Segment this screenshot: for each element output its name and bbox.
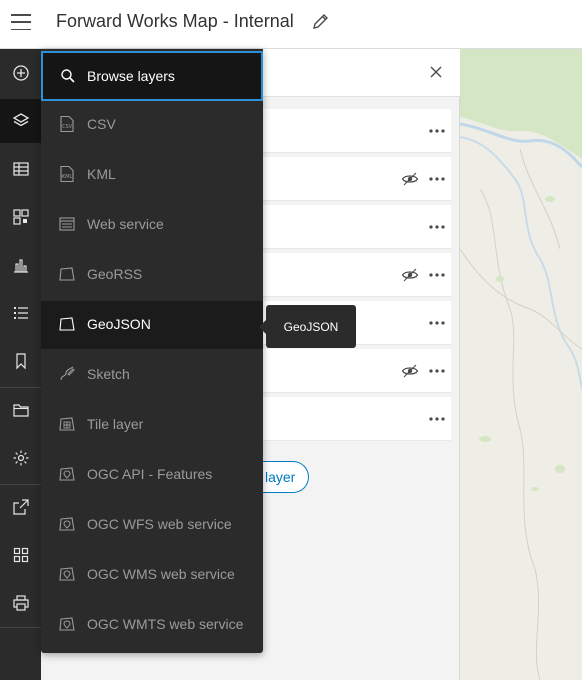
layer-item[interactable] (255, 253, 451, 297)
layer-item[interactable] (255, 397, 451, 441)
menu-item-geojson[interactable]: GeoJSON (41, 301, 263, 349)
layers-icon[interactable] (0, 99, 41, 143)
print-icon[interactable] (0, 581, 41, 625)
app-header: Forward Works Map - Internal (0, 0, 582, 49)
browse-layers-label: Browse layers (87, 68, 175, 84)
ogc-api-icon (59, 467, 75, 481)
search-icon (61, 69, 75, 83)
more-options-icon[interactable] (427, 411, 447, 427)
more-options-icon[interactable] (427, 267, 447, 283)
menu-hamburger-icon[interactable] (11, 12, 31, 32)
edit-pencil-icon[interactable] (311, 11, 331, 31)
visibility-eye-icon[interactable] (401, 362, 419, 380)
qr-grid-icon[interactable] (0, 195, 41, 239)
map-view[interactable] (460, 49, 582, 680)
more-options-icon[interactable] (427, 315, 447, 331)
layer-item[interactable] (255, 205, 451, 249)
folder-icon[interactable] (0, 388, 41, 432)
bookmark-icon[interactable] (0, 339, 41, 383)
close-icon[interactable] (429, 65, 443, 79)
ogc-wfs-icon (59, 517, 75, 531)
csv-file-icon: CSV (60, 115, 74, 133)
geojson-tooltip: GeoJSON (259, 305, 356, 348)
menu-item-ogc-wms[interactable]: OGC WMS web service (41, 551, 263, 599)
browse-layers-item[interactable]: Browse layers (41, 51, 263, 101)
share-icon[interactable] (0, 485, 41, 529)
map-canvas (460, 49, 582, 680)
ogc-wmts-icon (59, 617, 75, 631)
add-layer-dropdown: Browse layers CSV CSV KML KML Web servic… (41, 49, 263, 653)
sketch-icon (60, 366, 75, 381)
bar-chart-icon[interactable] (0, 243, 41, 287)
menu-item-georss[interactable]: GeoRSS (41, 251, 263, 299)
menu-item-csv[interactable]: CSV CSV (41, 101, 263, 149)
menu-item-tile-layer[interactable]: Tile layer (41, 401, 263, 449)
app-title: Forward Works Map - Internal (56, 11, 294, 31)
tile-layer-icon (59, 417, 75, 431)
more-options-icon[interactable] (427, 123, 447, 139)
visibility-eye-icon[interactable] (401, 170, 419, 188)
more-options-icon[interactable] (427, 171, 447, 187)
table-icon[interactable] (0, 147, 41, 191)
svg-text:KML: KML (62, 174, 73, 180)
menu-item-web-service[interactable]: Web service (41, 201, 263, 249)
action-bar-divider (0, 627, 41, 628)
action-bar (0, 49, 41, 680)
kml-file-icon: KML (60, 165, 74, 183)
layer-item[interactable] (255, 349, 451, 393)
list-icon[interactable] (0, 291, 41, 335)
menu-item-ogc-wmts[interactable]: OGC WMTS web service (41, 601, 263, 649)
add-icon[interactable] (0, 51, 41, 95)
menu-item-sketch[interactable]: Sketch (41, 351, 263, 399)
ogc-wms-icon (59, 567, 75, 581)
menu-item-ogc-wfs[interactable]: OGC WFS web service (41, 501, 263, 549)
more-options-icon[interactable] (427, 219, 447, 235)
geojson-icon (59, 317, 75, 331)
apps-grid-icon[interactable] (0, 533, 41, 577)
layer-item[interactable] (255, 109, 451, 153)
more-options-icon[interactable] (427, 363, 447, 379)
layer-item[interactable] (255, 157, 451, 201)
web-service-icon (59, 217, 75, 231)
menu-item-kml[interactable]: KML KML (41, 151, 263, 199)
visibility-eye-icon[interactable] (401, 266, 419, 284)
svg-text:CSV: CSV (62, 124, 73, 130)
georss-icon (59, 267, 75, 281)
settings-icon[interactable] (0, 436, 41, 480)
menu-item-ogc-api-features[interactable]: OGC API - Features (41, 451, 263, 499)
